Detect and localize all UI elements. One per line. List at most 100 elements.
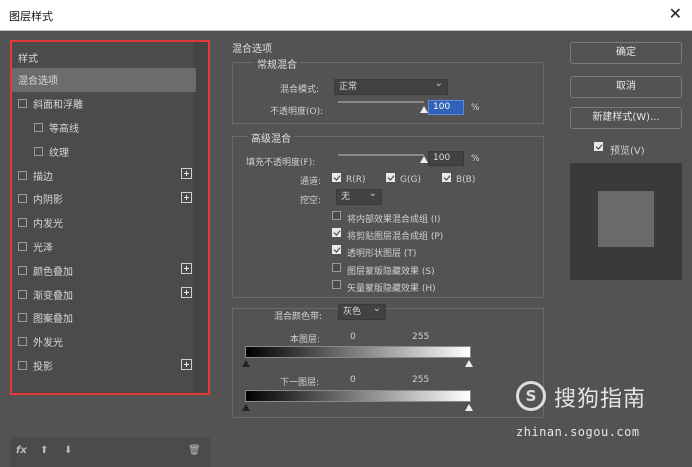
this-layer-min: 0: [350, 332, 356, 342]
advanced-option-checkbox[interactable]: [332, 211, 341, 220]
styles-toolbar: fx ⬆ ⬇ 🗑: [10, 437, 210, 467]
style-item-label: 颜色叠加: [33, 266, 73, 278]
style-item[interactable]: 纹理: [12, 139, 196, 163]
style-item[interactable]: 光泽: [12, 235, 196, 259]
style-item[interactable]: 外发光: [12, 330, 196, 354]
fill-slider-track[interactable]: [338, 154, 424, 156]
style-item-label: 内阴影: [33, 195, 63, 207]
this-layer-white-handle[interactable]: [465, 360, 473, 367]
fill-opacity-unit: %: [471, 154, 480, 164]
style-item[interactable]: 投影: [12, 354, 196, 378]
advanced-option-checkbox[interactable]: [332, 245, 341, 255]
watermark-url: zhinan.sogou.com: [516, 425, 640, 439]
style-item[interactable]: 内阴影: [12, 187, 196, 211]
style-item-checkbox[interactable]: [18, 194, 27, 204]
opacity-field[interactable]: 100: [428, 100, 464, 115]
sogou-logo-icon: S: [516, 381, 546, 411]
style-item-label: 图案叠加: [33, 314, 73, 326]
move-down-icon[interactable]: ⬇: [64, 445, 72, 456]
advanced-option-label: 矢量蒙版隐藏效果 (H): [347, 283, 436, 294]
style-item[interactable]: 混合选项: [12, 68, 196, 92]
advanced-option-checkbox[interactable]: [332, 279, 341, 289]
title-bar: 图层样式 ✕: [0, 0, 692, 31]
style-item-checkbox[interactable]: [18, 218, 27, 228]
underlying-white-handle[interactable]: [465, 404, 473, 411]
style-item-checkbox[interactable]: [18, 360, 27, 370]
opacity-slider-thumb[interactable]: [420, 106, 428, 113]
advanced-option-label: 将内部效果混合成组 (I): [347, 215, 441, 225]
channel-r-checkbox[interactable]: [332, 173, 341, 182]
opacity-unit: %: [471, 103, 480, 113]
preview-checkbox[interactable]: [594, 142, 603, 151]
style-item-checkbox[interactable]: [34, 122, 43, 132]
style-preview: [570, 163, 682, 280]
opacity-slider-track[interactable]: [338, 101, 424, 103]
style-item-checkbox[interactable]: [18, 289, 27, 299]
style-item-label: 渐变叠加: [33, 290, 73, 302]
fill-slider-thumb[interactable]: [420, 156, 428, 163]
styles-panel: 样式 混合选项斜面和浮雕等高线纹理描边内阴影内发光 光泽颜色叠加渐变叠加图案叠加外…: [10, 40, 210, 395]
blend-mode-label: 混合模式:: [280, 85, 320, 95]
watermark-text: 搜狗指南: [554, 387, 647, 412]
styles-header[interactable]: 样式: [18, 50, 38, 65]
blend-options-title: 混合选项: [232, 44, 272, 55]
style-item-checkbox[interactable]: [18, 337, 27, 347]
fill-opacity-label: 填充不透明度(F):: [246, 158, 316, 168]
blend-mode-select[interactable]: 正常: [334, 77, 448, 95]
window-title: 图层样式: [9, 10, 53, 23]
channel-g-checkbox[interactable]: [386, 173, 395, 182]
this-layer-max: 255: [412, 332, 430, 342]
style-item-checkbox[interactable]: [18, 170, 27, 180]
blend-if-select[interactable]: 灰色: [338, 302, 386, 320]
styles-list: 混合选项斜面和浮雕等高线纹理描边内阴影内发光 光泽颜色叠加渐变叠加图案叠加外发光投…: [12, 68, 196, 377]
style-item[interactable]: 描边: [12, 163, 196, 187]
knockout-label: 挖空:: [300, 196, 322, 206]
style-item-checkbox[interactable]: [34, 146, 43, 156]
close-icon[interactable]: ✕: [669, 4, 682, 23]
style-item-label: 外发光: [33, 338, 63, 350]
ok-button[interactable]: 确定: [570, 42, 682, 64]
underlying-min: 0: [350, 375, 356, 385]
add-effect-icon[interactable]: [181, 358, 192, 370]
this-layer-black-handle[interactable]: [242, 360, 250, 367]
add-effect-icon[interactable]: [181, 168, 192, 180]
style-item-checkbox[interactable]: [18, 241, 27, 251]
add-effect-icon[interactable]: [181, 191, 192, 203]
advanced-option-checkbox[interactable]: [332, 262, 341, 272]
advanced-option-label: 将剪贴图层混合成组 (P): [347, 232, 444, 243]
channel-r-label: R(R): [346, 175, 366, 185]
knockout-select[interactable]: 无: [336, 187, 382, 205]
style-item-label: 投影: [33, 361, 53, 373]
move-up-icon[interactable]: ⬆: [40, 445, 48, 456]
style-item-checkbox[interactable]: [18, 265, 27, 275]
style-item[interactable]: 颜色叠加: [12, 258, 196, 282]
style-item-checkbox[interactable]: [18, 99, 27, 109]
fill-opacity-field[interactable]: 100: [428, 151, 464, 166]
style-item[interactable]: 内发光: [12, 211, 196, 235]
preview-swatch: [598, 191, 654, 247]
styles-scrollbar[interactable]: [194, 42, 208, 393]
trash-icon[interactable]: 🗑: [188, 445, 201, 456]
channel-b-label: B(B): [456, 175, 476, 185]
advanced-option-label: 图层蒙版隐藏效果 (S): [347, 266, 435, 277]
style-item-label: 混合选项: [18, 76, 58, 88]
style-item[interactable]: 渐变叠加: [12, 282, 196, 306]
general-blending-title: 常规混合: [254, 56, 300, 71]
style-item-label: 描边: [33, 171, 53, 183]
style-item[interactable]: 图案叠加: [12, 306, 196, 330]
new-style-button[interactable]: 新建样式(W)...: [570, 107, 682, 129]
style-item[interactable]: 等高线: [12, 116, 196, 140]
style-item-label: 斜面和浮雕: [33, 100, 83, 112]
cancel-button[interactable]: 取消: [570, 76, 682, 98]
add-effect-icon[interactable]: [181, 263, 192, 275]
fx-icon[interactable]: fx: [16, 445, 27, 456]
style-item[interactable]: 斜面和浮雕: [12, 92, 196, 116]
channel-b-checkbox[interactable]: [442, 173, 451, 182]
style-item-label: 纹理: [49, 147, 69, 159]
add-effect-icon[interactable]: [181, 287, 192, 299]
style-item-checkbox[interactable]: [18, 313, 27, 323]
advanced-option-checkbox[interactable]: [332, 228, 341, 238]
underlying-black-handle[interactable]: [242, 404, 250, 411]
sogou-watermark: S 搜狗指南 zhinan.sogou.com: [512, 377, 688, 447]
underlying-max: 255: [412, 375, 430, 385]
